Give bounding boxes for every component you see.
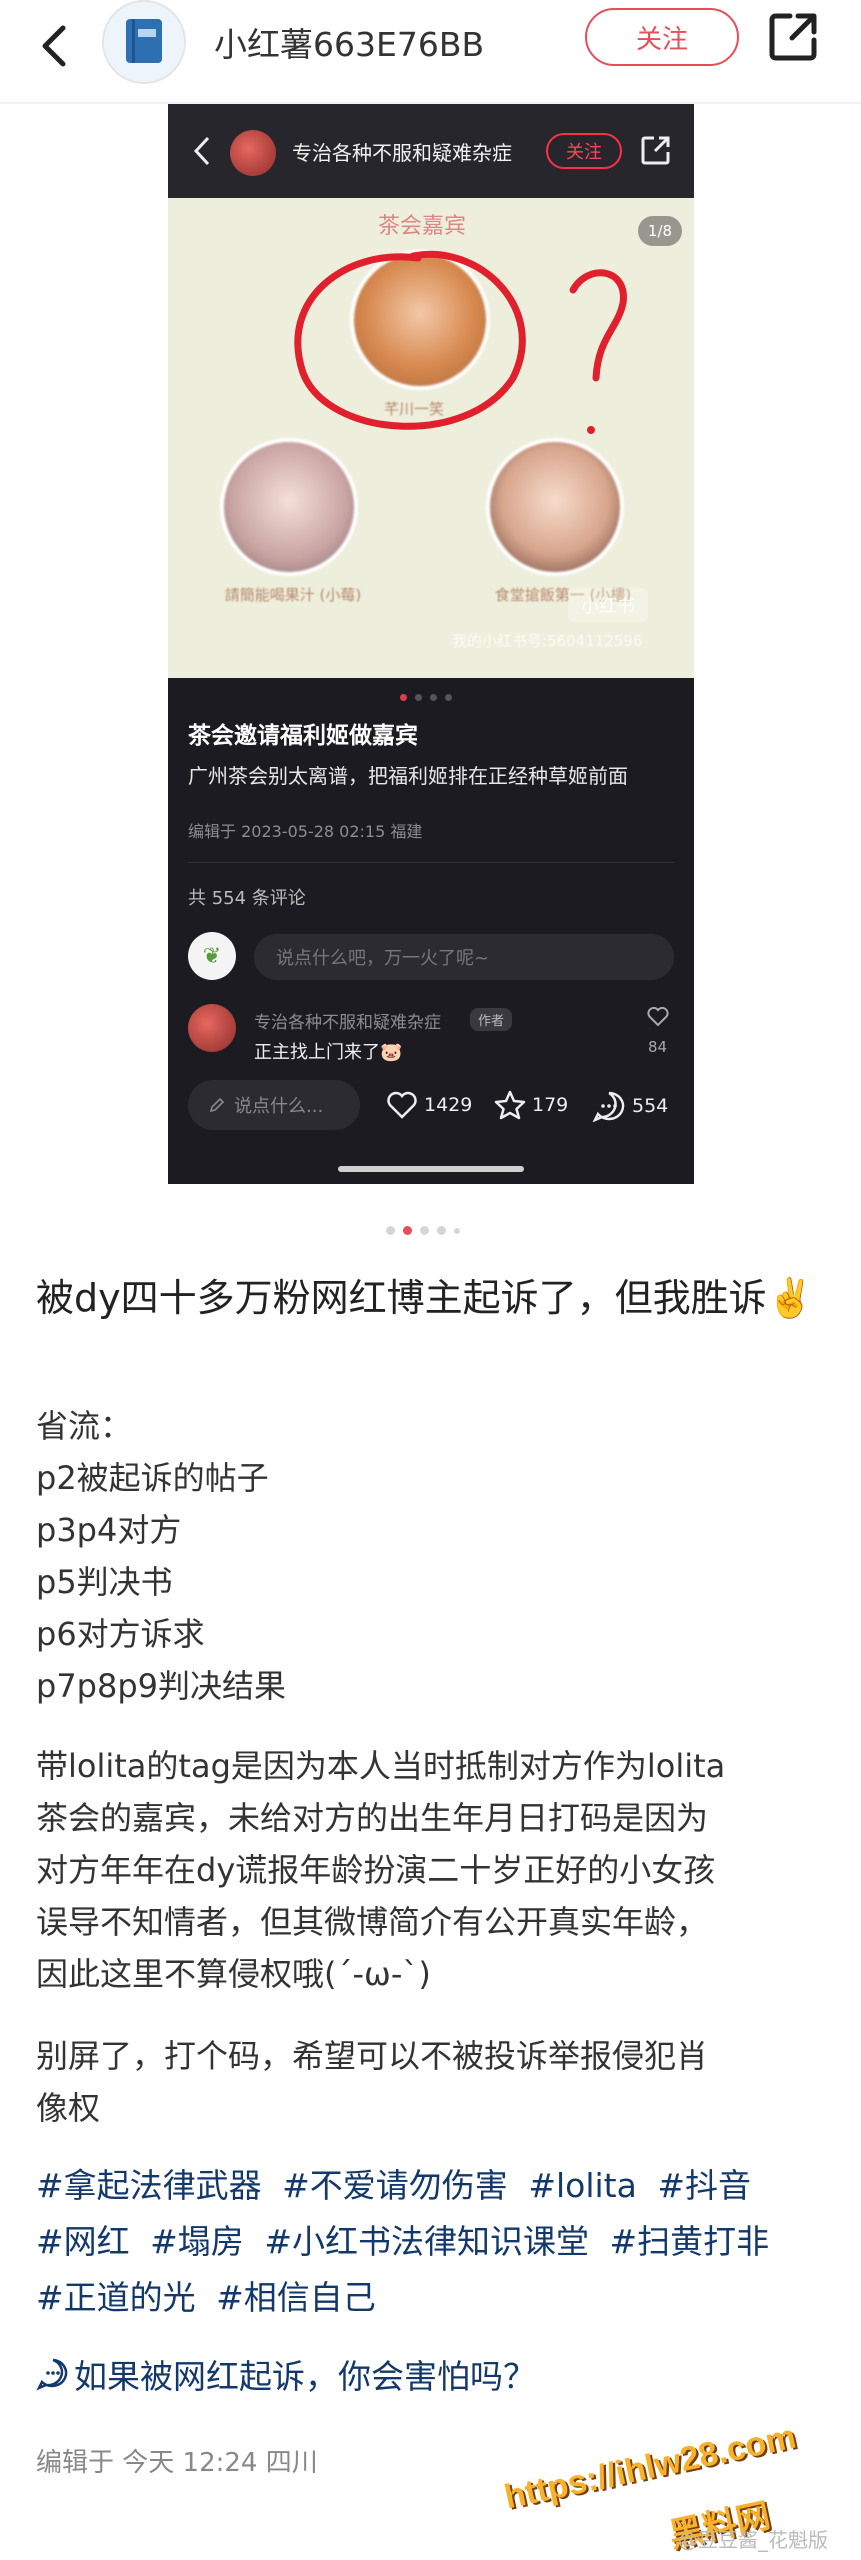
summary-line: p2被起诉的帖子 bbox=[36, 1459, 269, 1497]
divider bbox=[188, 862, 674, 863]
carousel-dot[interactable] bbox=[437, 1226, 446, 1235]
hashtag[interactable]: #不爱请勿伤害 bbox=[282, 2166, 508, 2205]
top-bar: 小红薯663E76BB 关注 bbox=[0, 0, 861, 104]
summary-line: 省流： bbox=[36, 1407, 133, 1445]
stars-count: 179 bbox=[532, 1094, 569, 1116]
likes-count: 1429 bbox=[424, 1094, 473, 1116]
comments-count: 554 bbox=[632, 1095, 669, 1117]
hashtag[interactable]: #正道的光 bbox=[36, 2278, 196, 2317]
carousel-dot bbox=[400, 694, 407, 701]
summary-line: p5判决书 bbox=[36, 1563, 173, 1601]
embedded-edited-time: 编辑于 2023-05-28 02:15 福建 bbox=[188, 822, 423, 841]
embedded-comments: 554 bbox=[592, 1090, 668, 1122]
pencil-icon bbox=[209, 1097, 225, 1113]
embedded-carousel-dots bbox=[400, 694, 452, 701]
chevron-left-icon bbox=[42, 25, 66, 67]
carousel-dot bbox=[430, 694, 437, 701]
hashtag[interactable]: #扫黄打非 bbox=[609, 2222, 769, 2261]
avatar[interactable] bbox=[102, 0, 186, 84]
my-avatar: ❦ bbox=[188, 932, 236, 980]
comment-icon bbox=[592, 1091, 625, 1122]
comment-likes: 84 bbox=[648, 1038, 668, 1056]
hashtag[interactable]: #lolita bbox=[528, 2166, 637, 2205]
carousel-dots[interactable] bbox=[386, 1226, 460, 1235]
note-title: 被dy四十多万粉网红博主起诉了，但我胜诉✌️ bbox=[36, 1276, 814, 1320]
embedded-bottom-input: 说点什么... bbox=[188, 1080, 360, 1130]
share-icon bbox=[769, 13, 817, 61]
image-watermark: 小红书 bbox=[568, 588, 648, 622]
summary-line: p7p8p9判决结果 bbox=[36, 1667, 287, 1705]
hashtag[interactable]: #网红 bbox=[36, 2222, 130, 2261]
embedded-comment-count: 共 554 条评论 bbox=[188, 888, 306, 909]
carousel-dot[interactable] bbox=[454, 1227, 460, 1234]
note-paragraph-2: 别屏了，打个码，希望可以不被投诉举报侵犯肖 像权 bbox=[36, 2030, 826, 2134]
carousel-dot bbox=[445, 694, 452, 701]
note-summary: 省流： p2被起诉的帖子 p3p4对方 p5判决书 p6对方诉求 p7p8p9判… bbox=[36, 1400, 286, 1712]
paragraph-line: 误导不知情者，但其微博简介有公开真实年龄， bbox=[36, 1903, 709, 1941]
paragraph-line: 因此这里不算侵权哦(´-ω-`) bbox=[36, 1955, 431, 1993]
hashtag[interactable]: #抖音 bbox=[657, 2166, 751, 2205]
share-button[interactable] bbox=[768, 10, 820, 62]
hashtag[interactable]: #拿起法律武器 bbox=[36, 2166, 262, 2205]
embedded-header: 专治各种不服和疑难杂症 关注 bbox=[168, 104, 694, 198]
edited-time: 编辑于 今天 12:24 四川 bbox=[36, 2448, 318, 2478]
heart-icon bbox=[647, 1006, 669, 1027]
embedded-image: 茶会嘉宾 1/8 芊川一笑 請簡能喝果汁 (小莓) 食堂搶飯第一 (小樓) 小红… bbox=[168, 198, 694, 678]
hashtag[interactable]: #相信自己 bbox=[216, 2278, 376, 2317]
summary-line: p6对方诉求 bbox=[36, 1615, 205, 1653]
comment-author: 专治各种不服和疑难杂症 bbox=[254, 1013, 441, 1033]
carousel-dot-active[interactable] bbox=[403, 1226, 412, 1235]
author-badge: 作者 bbox=[470, 1008, 513, 1031]
comment-avatar bbox=[188, 1004, 236, 1052]
discussion-icon bbox=[36, 2358, 68, 2391]
embedded-post-title: 茶会邀请福利姬做嘉宾 bbox=[188, 723, 418, 749]
hashtag[interactable]: #小红书法律知识课堂 bbox=[264, 2222, 589, 2261]
weibo-watermark: @豆豆酱_花魁版 bbox=[678, 2528, 828, 2552]
paragraph-line: 茶会的嘉宾，未给对方的出生年月日打码是因为 bbox=[36, 1799, 709, 1837]
image-watermark-id: 我的小红书号:5604112596 bbox=[452, 632, 643, 650]
book-icon bbox=[126, 19, 162, 63]
embedded-author-name: 专治各种不服和疑难杂症 bbox=[292, 141, 512, 165]
paragraph-line: 像权 bbox=[36, 2089, 101, 2127]
embedded-avatar bbox=[230, 130, 276, 176]
question-text[interactable]: 如果被网红起诉，你会害怕吗？ bbox=[74, 2350, 536, 2398]
paragraph-line: 别屏了，打个码，希望可以不被投诉举报侵犯肖 bbox=[36, 2037, 709, 2075]
back-button[interactable] bbox=[28, 14, 80, 78]
summary-line: p3p4对方 bbox=[36, 1511, 182, 1549]
hashtag[interactable]: #塌房 bbox=[150, 2222, 244, 2261]
heart-icon bbox=[387, 1091, 417, 1119]
username[interactable]: 小红薯663E76BB bbox=[214, 18, 484, 66]
paragraph-line: 对方年年在dy谎报年龄扮演二十岁正好的小女孩 bbox=[36, 1851, 716, 1889]
carousel-dot[interactable] bbox=[386, 1226, 395, 1235]
note-paragraph-1: 带lolita的tag是因为本人当时抵制对方作为lolita 茶会的嘉宾，未给对… bbox=[36, 1740, 826, 2000]
share-icon bbox=[641, 136, 670, 165]
carousel-dot bbox=[415, 694, 422, 701]
follow-button[interactable]: 关注 bbox=[585, 8, 739, 66]
chevron-left-icon bbox=[193, 136, 210, 166]
paragraph-line: 带lolita的tag是因为本人当时抵制对方作为lolita bbox=[36, 1747, 726, 1785]
comment-text: 正主找上门来了🐷 bbox=[254, 1042, 403, 1063]
embedded-likes: 1429 bbox=[386, 1090, 472, 1120]
embedded-screenshot[interactable]: 专治各种不服和疑难杂症 关注 茶会嘉宾 1/8 芊川一笑 請簡能喝果汁 (小莓)… bbox=[168, 104, 694, 1184]
embedded-post-body: 广州茶会别太离谱，把福利姬排在正经种草姬前面 bbox=[188, 764, 628, 788]
embedded-comment-input: 说点什么吧，万一火了呢~ bbox=[254, 934, 674, 980]
star-icon bbox=[494, 1090, 526, 1120]
embedded-follow-button: 关注 bbox=[546, 133, 622, 169]
bottom-input-text: 说点什么... bbox=[234, 1096, 324, 1117]
embedded-stars: 179 bbox=[494, 1090, 568, 1120]
home-indicator bbox=[338, 1166, 524, 1172]
tag-list: #拿起法律武器 #不爱请勿伤害 #lolita #抖音 #网红 #塌房 #小红书… bbox=[36, 2158, 836, 2326]
question-link[interactable]: 如果被网红起诉，你会害怕吗？ bbox=[36, 2350, 536, 2398]
carousel-dot[interactable] bbox=[420, 1226, 429, 1235]
